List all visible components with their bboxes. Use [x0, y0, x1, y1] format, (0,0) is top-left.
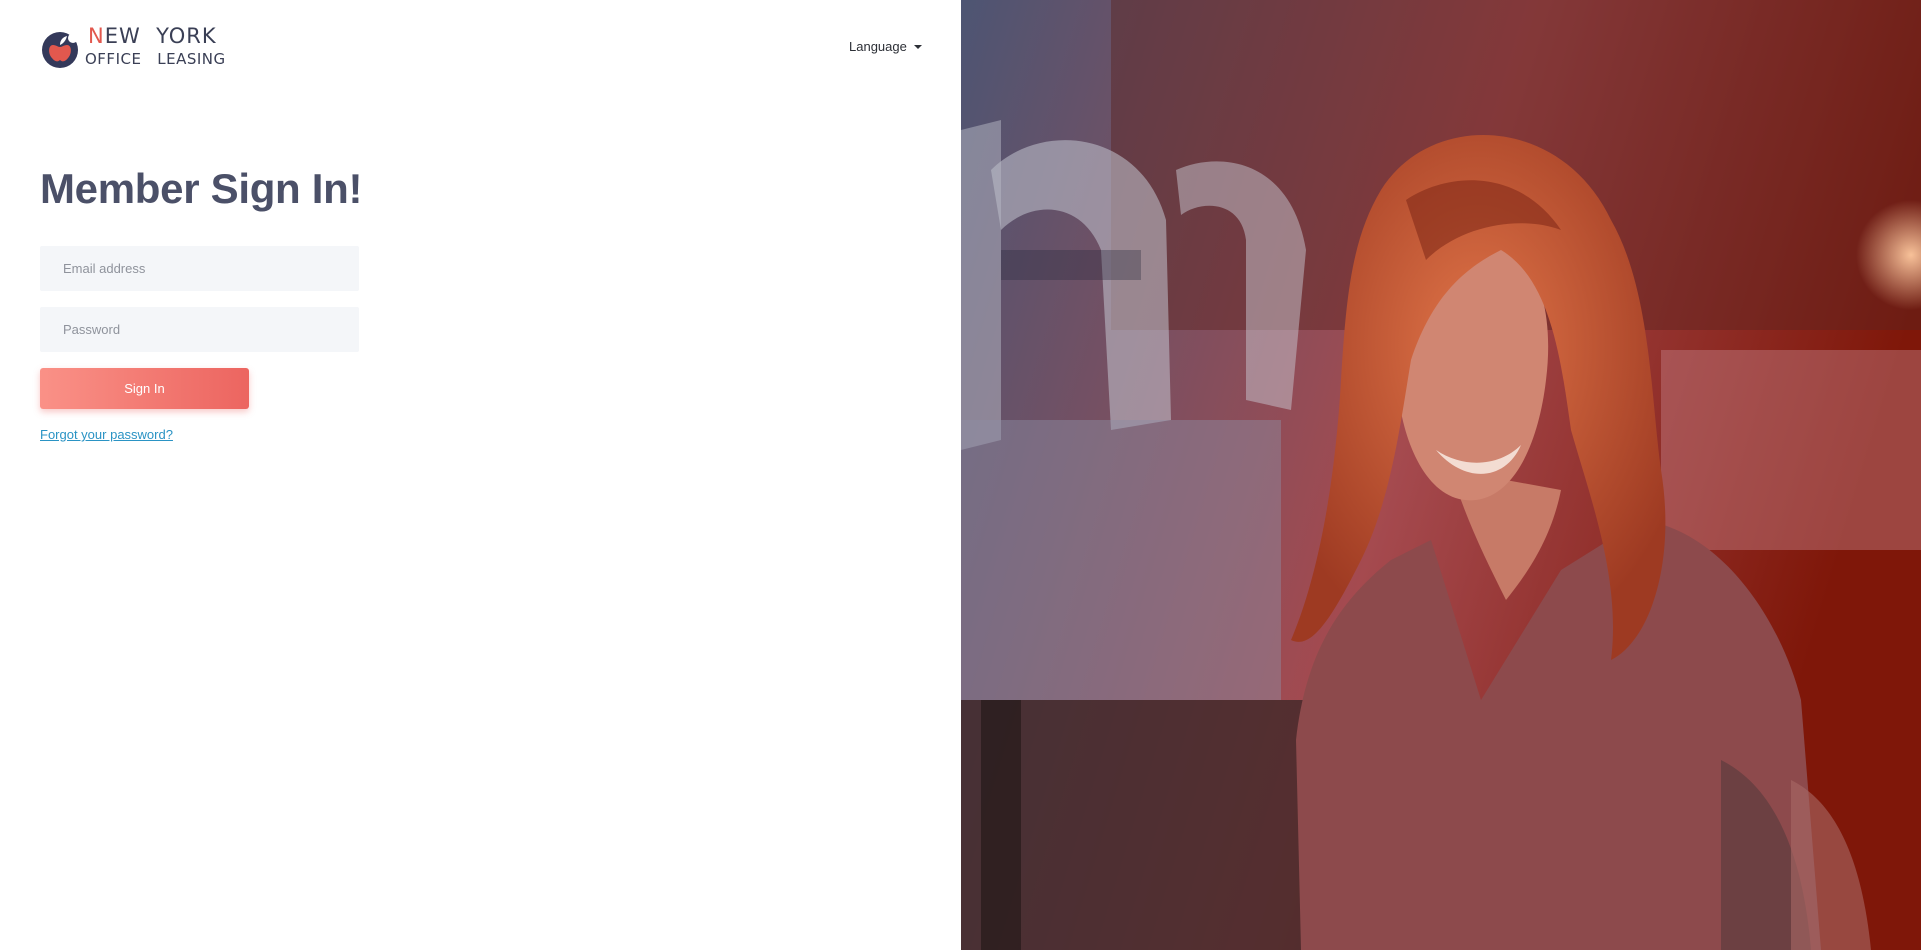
brand-logo[interactable]: NEW YORK OFFICE LEASING: [40, 26, 230, 72]
sign-in-button[interactable]: Sign In: [40, 368, 249, 409]
brand-accent-letter: N: [88, 24, 105, 48]
email-field[interactable]: [40, 246, 359, 291]
brand-line-1-rest: EW YORK: [104, 24, 217, 48]
brand-line-2: OFFICE LEASING: [85, 50, 226, 68]
page-title: Member Sign In!: [40, 165, 363, 212]
apple-logo-icon: [42, 32, 78, 68]
brand-name: NEW YORK OFFICE LEASING: [84, 26, 230, 72]
password-field[interactable]: [40, 307, 359, 352]
sign-in-panel: NEW YORK OFFICE LEASING Language Member …: [0, 0, 961, 950]
hero-image: [961, 0, 1921, 950]
language-dropdown[interactable]: Language: [849, 39, 922, 54]
language-label: Language: [849, 39, 907, 54]
caret-down-icon: [913, 45, 922, 49]
hero-photo: [961, 0, 1921, 950]
forgot-password-link[interactable]: Forgot your password?: [40, 427, 173, 442]
brand-line-1: NEW YORK: [88, 26, 217, 47]
